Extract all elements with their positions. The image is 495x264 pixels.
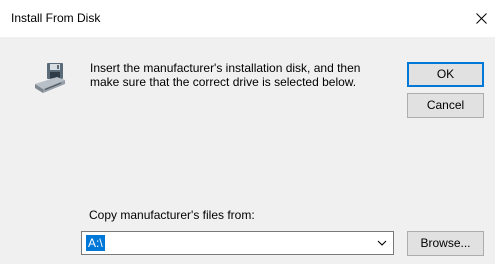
window-title: Install From Disk <box>11 11 101 25</box>
copy-from-combobox[interactable]: A:\ <box>81 231 394 255</box>
ok-button[interactable]: OK <box>407 62 484 87</box>
install-from-disk-dialog: Install From Disk Insert the manufacture… <box>0 0 495 264</box>
close-button[interactable] <box>467 0 495 37</box>
cancel-button[interactable]: Cancel <box>407 93 484 118</box>
chevron-down-icon[interactable] <box>377 239 387 247</box>
instruction-line-1: Insert the manufacturer's installation d… <box>90 61 361 75</box>
title-bar: Install From Disk <box>0 0 495 37</box>
close-icon <box>475 13 487 24</box>
instruction-line-2: make sure that the correct drive is sele… <box>90 75 357 89</box>
instruction-message: Insert the manufacturer's installation d… <box>90 61 380 89</box>
copy-from-label: Copy manufacturer's files from: <box>89 208 255 222</box>
disk-drive-icon <box>35 63 65 93</box>
copy-from-path-value[interactable]: A:\ <box>86 235 105 251</box>
browse-button[interactable]: Browse... <box>407 231 484 256</box>
